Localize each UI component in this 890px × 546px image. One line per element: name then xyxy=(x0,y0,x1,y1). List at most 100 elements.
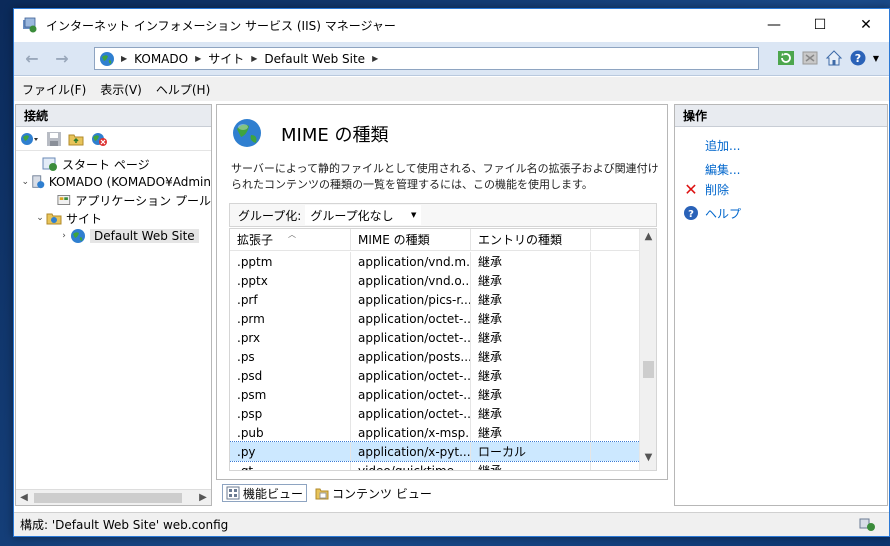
forward-arrow-icon: → xyxy=(55,49,69,68)
action-add[interactable]: 追加... xyxy=(679,135,887,155)
tree-node-sites[interactable]: ⌄ サイト xyxy=(16,209,211,227)
server-icon xyxy=(31,175,44,189)
table-row[interactable]: .psm application/octet-... 継承 xyxy=(230,385,640,404)
action-help[interactable]: ? ヘルプ xyxy=(679,203,887,223)
maximize-button[interactable]: ☐ xyxy=(797,9,843,41)
cell-extension: .psd xyxy=(230,366,351,385)
breadcrumb-site[interactable]: Default Web Site xyxy=(264,52,365,66)
address-bar[interactable]: ▶ KOMADO ▶ サイト ▶ Default Web Site ▶ xyxy=(94,47,759,70)
table-row[interactable]: .ps application/posts... 継承 xyxy=(230,347,640,366)
collapse-chevron-icon[interactable]: ⌄ xyxy=(34,213,46,223)
group-by-select[interactable]: グループ化なし ▼ xyxy=(305,205,422,225)
refresh-icon[interactable] xyxy=(777,49,795,67)
features-view-icon xyxy=(226,486,240,500)
cell-extension: .psp xyxy=(230,404,351,423)
scroll-right-icon[interactable]: ▶ xyxy=(195,490,211,506)
cell-entry-type: 継承 xyxy=(471,423,591,442)
mime-types-table: ︿ 拡張子 MIME の種類 エントリの種類 .pptm application/… xyxy=(229,228,657,471)
cell-mime-type: application/vnd.m... xyxy=(351,252,471,271)
tree-node-default-web-site[interactable]: › Default Web Site xyxy=(16,227,211,245)
scroll-thumb[interactable] xyxy=(643,361,654,378)
breadcrumb-server[interactable]: KOMADO xyxy=(134,52,188,66)
menu-help[interactable]: ヘルプ(H) xyxy=(156,81,210,98)
tree-node-start-page[interactable]: スタート ページ xyxy=(16,155,211,173)
network-status-icon xyxy=(859,518,875,531)
group-by-label: グループ化: xyxy=(238,208,302,223)
column-header-mime-type[interactable]: MIME の種類 xyxy=(351,229,471,250)
breadcrumb-separator-icon: ▶ xyxy=(372,54,379,63)
connect-globe-icon[interactable] xyxy=(20,131,40,147)
forward-button[interactable]: → xyxy=(50,47,74,71)
table-row[interactable]: .qt video/quicktime 継承 xyxy=(230,461,640,470)
cell-entry-type: 継承 xyxy=(471,347,591,366)
cell-extension: .qt xyxy=(230,461,351,470)
cell-mime-type: application/pics-r... xyxy=(351,290,471,309)
table-row[interactable]: .psp application/octet-... 継承 xyxy=(230,404,640,423)
sites-folder-icon xyxy=(46,213,62,225)
disconnect-icon[interactable] xyxy=(90,131,108,147)
cell-mime-type: application/posts... xyxy=(351,347,471,366)
scroll-down-icon[interactable]: ▼ xyxy=(640,452,656,468)
menu-view[interactable]: 表示(V) xyxy=(100,81,142,98)
scroll-left-icon[interactable]: ◀ xyxy=(16,490,32,506)
tab-features-view[interactable]: 機能ビュー xyxy=(222,484,308,502)
home-icon[interactable] xyxy=(825,49,843,67)
scroll-up-icon[interactable]: ▲ xyxy=(640,231,656,247)
cell-entry-type: 継承 xyxy=(471,328,591,347)
website-globe-icon xyxy=(71,229,85,243)
view-tabs: 機能ビュー コンテンツ ビュー xyxy=(222,483,436,503)
cell-mime-type: application/x-msp... xyxy=(351,423,471,442)
group-by-bar: グループ化: グループ化なし ▼ xyxy=(229,203,657,227)
minimize-button[interactable]: — xyxy=(751,9,797,41)
scroll-thumb[interactable] xyxy=(34,493,182,503)
table-row[interactable]: .psd application/octet-... 継承 xyxy=(230,366,640,385)
help-icon[interactable]: ? xyxy=(849,49,867,67)
cell-mime-type: application/vnd.o... xyxy=(351,271,471,290)
table-row[interactable]: .prm application/octet-... 継承 xyxy=(230,309,640,328)
feature-pane: MIME の種類 サーバーによって静的ファイルとして使用される、ファイル名の拡張… xyxy=(216,104,668,480)
breadcrumb-sites[interactable]: サイト xyxy=(208,50,244,67)
up-folder-icon[interactable] xyxy=(68,131,84,147)
cell-extension: .prm xyxy=(230,309,351,328)
toolbar-icons: ? ▼ xyxy=(777,49,879,67)
actions-header: 操作 xyxy=(675,105,887,127)
cell-mime-type: video/quicktime xyxy=(351,461,471,470)
collapse-chevron-icon[interactable]: ⌄ xyxy=(20,177,31,187)
cell-mime-type: application/octet-... xyxy=(351,366,471,385)
action-edit[interactable]: 編集... xyxy=(679,159,887,179)
cell-extension: .prf xyxy=(230,290,351,309)
feature-description: サーバーによって静的ファイルとして使用される、ファイル名の拡張子および関連付けら… xyxy=(231,162,659,191)
sort-ascending-icon: ︿ xyxy=(288,230,296,239)
table-row[interactable]: .prx application/octet-... 継承 xyxy=(230,328,640,347)
tree-node-server[interactable]: ⌄ KOMADO (KOMADO¥Admin xyxy=(16,173,211,191)
help-icon: ? xyxy=(684,206,698,220)
help-dropdown-icon[interactable]: ▼ xyxy=(873,54,879,63)
stop-icon[interactable] xyxy=(801,49,819,67)
connections-tree: スタート ページ ⌄ KOMADO (KOMADO¥Admin アプリケーション… xyxy=(16,151,211,245)
table-row[interactable]: .py application/x-pyt... ローカル xyxy=(230,441,641,462)
tab-content-view[interactable]: コンテンツ ビュー xyxy=(311,484,436,502)
save-icon[interactable] xyxy=(46,131,62,147)
cell-entry-type: 継承 xyxy=(471,366,591,385)
table-row[interactable]: .pptm application/vnd.m... 継承 xyxy=(230,252,640,271)
table-row[interactable]: .pub application/x-msp... 継承 xyxy=(230,423,640,442)
cell-mime-type: application/octet-... xyxy=(351,309,471,328)
cell-extension: .py xyxy=(230,442,351,461)
column-header-entry-type[interactable]: エントリの種類 xyxy=(471,229,591,250)
back-button[interactable]: ← xyxy=(20,47,44,71)
breadcrumb-separator-icon: ▶ xyxy=(195,54,202,63)
cell-extension: .pptm xyxy=(230,252,351,271)
action-delete[interactable]: ✕ 削除 xyxy=(679,179,887,199)
connections-horizontal-scrollbar[interactable]: ◀ ▶ xyxy=(16,489,211,505)
table-row[interactable]: .prf application/pics-r... 継承 xyxy=(230,290,640,309)
menu-file[interactable]: ファイル(F) xyxy=(22,81,86,98)
connections-pane: 接続 スタート ページ ⌄ KOMADO (KOMADO¥Admin アプリケー… xyxy=(15,104,212,506)
expand-chevron-icon[interactable]: › xyxy=(58,231,70,241)
close-button[interactable]: ✕ xyxy=(843,9,889,41)
table-row[interactable]: .pptx application/vnd.o... 継承 xyxy=(230,271,640,290)
table-vertical-scrollbar[interactable]: ▲ ▼ xyxy=(639,229,656,470)
tree-node-app-pools[interactable]: アプリケーション プール xyxy=(16,191,211,209)
cell-mime-type: application/octet-... xyxy=(351,328,471,347)
svg-text:?: ? xyxy=(855,52,861,65)
status-text: 構成: 'Default Web Site' web.config xyxy=(20,518,229,532)
